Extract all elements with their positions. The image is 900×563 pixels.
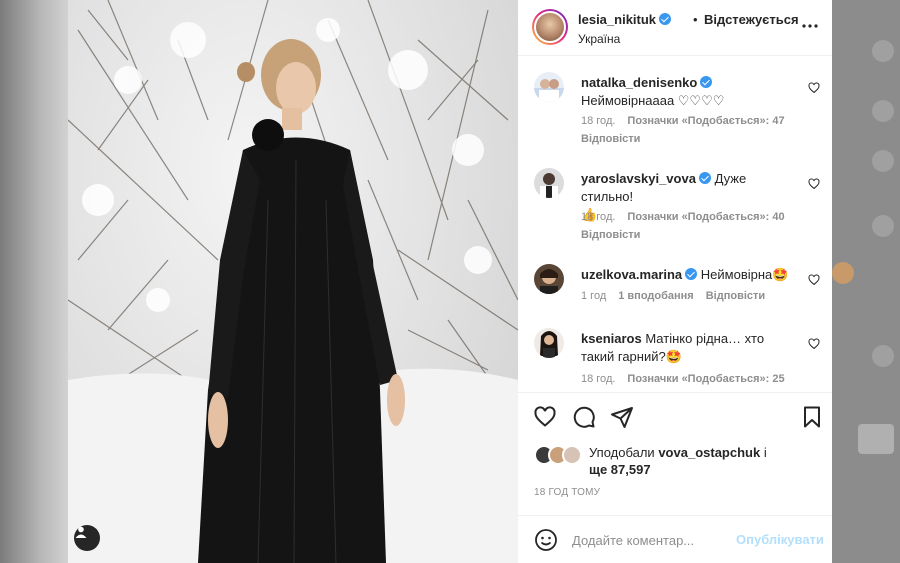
comment-likes[interactable]: Позначки «Подобається»: 25 — [627, 373, 784, 385]
emoji-icon[interactable] — [534, 528, 558, 552]
comment-icon[interactable] — [572, 405, 596, 429]
comment-time[interactable]: 18 год. — [581, 211, 615, 223]
like-comment-icon[interactable] — [808, 82, 820, 94]
comment-meta: 1 год 1 вподобання Відповісти — [581, 290, 777, 302]
ghost-avatar — [872, 150, 894, 172]
following-button[interactable]: Відстежується — [704, 12, 799, 27]
liker-avatar — [562, 445, 582, 465]
comment-likes[interactable]: Позначки «Подобається»: 47 — [627, 115, 784, 127]
post-header: lesia_nikituk • Відстежується Україна — [518, 0, 832, 56]
ghost-avatar — [872, 345, 894, 367]
like-comment-icon[interactable] — [808, 274, 820, 286]
heart-icon[interactable] — [533, 405, 557, 429]
user-icon — [75, 526, 87, 538]
ghost-block — [858, 424, 894, 454]
commenter-avatar[interactable] — [534, 328, 564, 358]
commenter-avatar[interactable] — [534, 264, 564, 294]
comment-text: natalka_denisenko Неймовірнаааа ♡♡♡♡ — [581, 74, 801, 110]
commenter-username[interactable]: natalka_denisenko — [581, 75, 697, 90]
likes-conjunction: і — [763, 445, 767, 460]
reply-button[interactable]: Відповісти — [706, 290, 765, 302]
comment-text: uzelkova.marina Неймовірна🤩 — [581, 266, 801, 284]
likes-prefix: Уподобали — [589, 445, 655, 460]
tagged-users-button[interactable] — [74, 525, 100, 551]
comment-meta: 18 год. Позначки «Подобається»: 47 — [581, 115, 797, 127]
likes-count[interactable]: ще 87,597 — [589, 462, 651, 477]
commenter-avatar[interactable] — [534, 168, 564, 198]
reply-button[interactable]: Відповісти — [581, 133, 640, 145]
comment-likes[interactable]: Позначки «Подобається»: 40 — [627, 211, 784, 223]
comments-list[interactable]: natalka_denisenko Неймовірнаааа ♡♡♡♡ 18 … — [518, 56, 832, 390]
reply-button[interactable]: Відповісти — [581, 229, 640, 241]
comment-likes[interactable]: 1 вподобання — [618, 290, 693, 302]
like-comment-icon[interactable] — [808, 338, 820, 350]
post-location[interactable]: Україна — [578, 32, 620, 46]
comment-time[interactable]: 1 год — [581, 290, 606, 302]
comment-content-line2: такий гарний?🤩 — [581, 349, 682, 364]
backdrop-left — [0, 0, 68, 563]
comment-meta-reply: Відповісти — [581, 133, 652, 145]
post-comment-button[interactable]: Опублікувати — [736, 532, 824, 547]
add-comment-bar: Опублікувати — [518, 515, 832, 563]
comment-input[interactable] — [572, 530, 732, 550]
author-avatar[interactable] — [532, 9, 568, 45]
likes-text: Уподобали vova_ostapchuk і ще 87,597 — [589, 444, 789, 478]
commenter-username[interactable]: kseniaros — [581, 331, 642, 346]
author-username[interactable]: lesia_nikituk — [578, 12, 672, 27]
comment-content: Неймовірнаааа ♡♡♡♡ — [581, 93, 725, 108]
ghost-avatar — [832, 262, 854, 284]
verified-badge-icon — [659, 13, 672, 25]
share-icon[interactable] — [610, 405, 634, 429]
verified-badge-icon — [700, 76, 713, 88]
ghost-avatar — [872, 215, 894, 237]
comment-meta: 18 год. Позначки «Подобається»: 40 — [581, 211, 797, 223]
commenter-avatar[interactable] — [534, 72, 564, 102]
post-actions — [518, 392, 832, 442]
commenter-username[interactable]: uzelkova.marina — [581, 267, 682, 282]
liker-avatars[interactable] — [534, 445, 584, 465]
backdrop-right — [832, 0, 900, 563]
verified-badge-icon — [685, 268, 698, 280]
post-timestamp[interactable]: 18 ГОД ТОМУ — [534, 487, 600, 498]
ghost-avatar — [872, 100, 894, 122]
comment-time[interactable]: 18 год. — [581, 373, 615, 385]
comment-time[interactable]: 18 год. — [581, 115, 615, 127]
like-comment-icon[interactable] — [808, 178, 820, 190]
verified-badge-icon — [698, 172, 711, 184]
comment-content: Матінко рідна… хто — [645, 331, 765, 346]
photo-illustration — [68, 0, 518, 563]
comment-meta: 18 год. Позначки «Подобається»: 25 — [581, 373, 797, 385]
ghost-avatar — [872, 40, 894, 62]
likes-summary: Уподобали vova_ostapchuk і ще 87,597 — [518, 440, 832, 480]
comment-meta-reply: Відповісти — [581, 229, 652, 241]
post-photo[interactable] — [68, 0, 518, 563]
comment-content: Неймовірна🤩 — [700, 267, 789, 282]
liker-username[interactable]: vova_ostapchuk — [658, 445, 760, 460]
more-options-icon[interactable] — [800, 20, 820, 32]
commenter-username[interactable]: yaroslavskyi_vova — [581, 171, 696, 186]
header-separator: • — [693, 12, 698, 27]
bookmark-icon[interactable] — [800, 405, 824, 429]
post-side-panel: lesia_nikituk • Відстежується Україна na… — [518, 0, 832, 563]
comment-text: kseniaros Матінко рідна… хто такий гарни… — [581, 330, 801, 366]
